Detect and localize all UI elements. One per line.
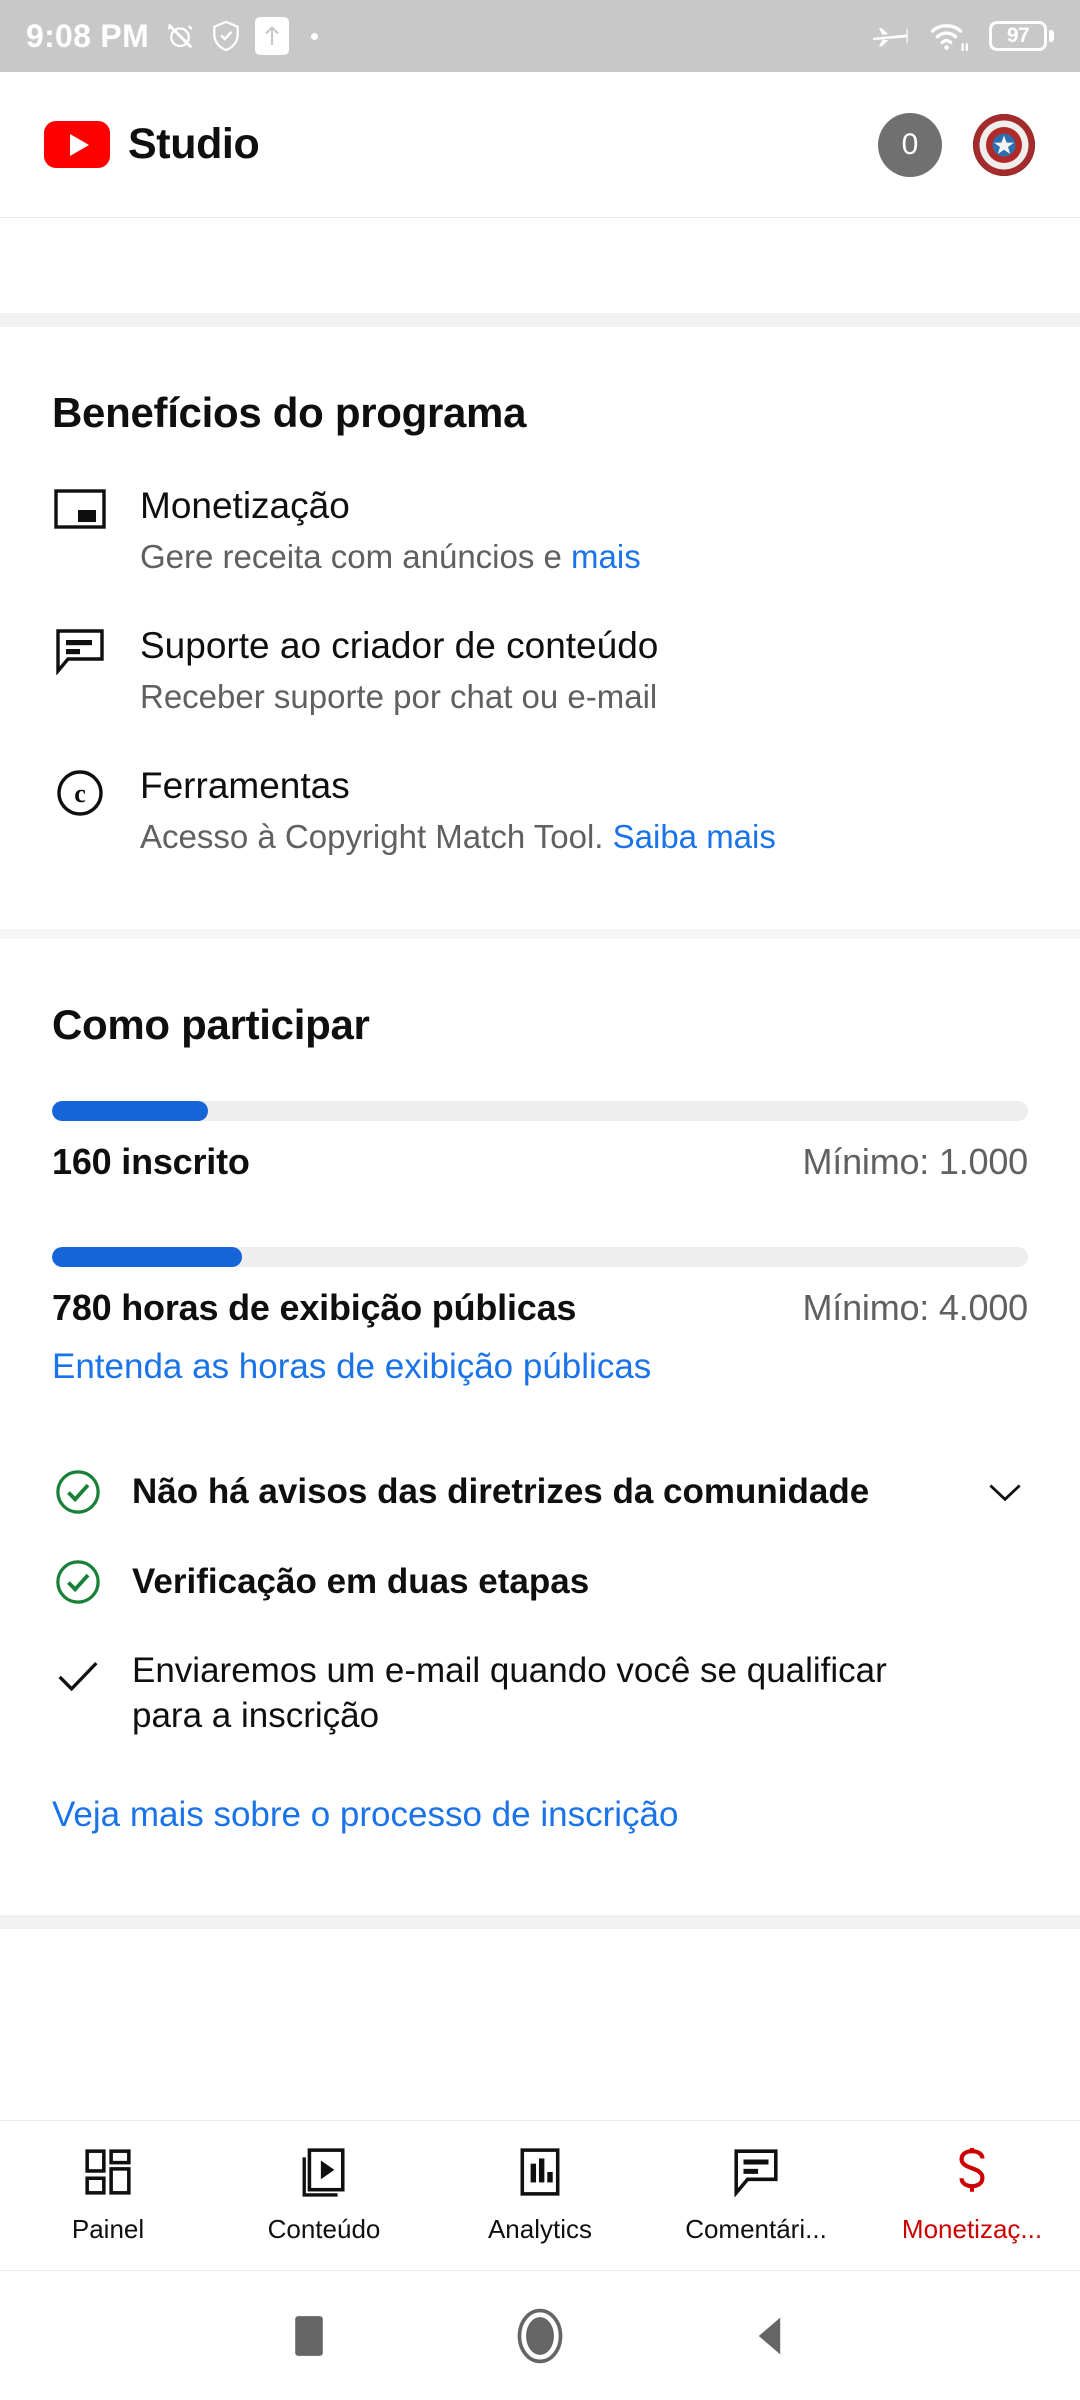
content-icon: [299, 2147, 349, 2202]
nav-label: Conteúdo: [267, 2213, 381, 2244]
battery-icon: 97: [989, 21, 1054, 51]
requirement-community-guidelines[interactable]: Não há avisos das diretrizes da comunida…: [52, 1447, 1028, 1537]
nav-label: Painel: [71, 2213, 145, 2244]
progress-fill: [52, 1247, 243, 1268]
svg-text:c: c: [74, 779, 86, 808]
dashboard-icon: [83, 2147, 133, 2202]
bottom-navigation: Painel Conteúdo Analytics Comentári... M…: [0, 2120, 1080, 2270]
section-divider-top: [0, 313, 1080, 327]
signup-process-link[interactable]: Veja mais sobre o processo de inscrição: [52, 1761, 1028, 1835]
alarm-off-icon: [163, 21, 197, 51]
benefit-subtitle-text: Gere receita com anúncios e: [140, 538, 572, 576]
copyright-icon: c: [52, 763, 108, 859]
watch-hours-help-link[interactable]: Entenda as horas de exibição públicas: [52, 1347, 1028, 1387]
wifi-icon: [929, 19, 971, 53]
monetization-icon: [947, 2147, 997, 2202]
home-icon[interactable]: [517, 2308, 563, 2364]
benefit-text: Ferramentas Acesso à Copyright Match Too…: [140, 763, 1028, 859]
benefit-subtitle-link[interactable]: mais: [571, 538, 641, 575]
app-bar-actions: 0: [878, 112, 1036, 177]
creator-support-icon: [52, 623, 108, 719]
benefits-section: Benefícios do programa Monetização Gere …: [0, 327, 1080, 929]
section-divider-middle: [0, 929, 1080, 940]
chevron-down-icon[interactable]: [982, 1479, 1028, 1505]
comments-icon: [731, 2147, 781, 2202]
dot-icon: [311, 32, 319, 40]
android-navigation-bar: [0, 2270, 1080, 2400]
main-content: Benefícios do programa Monetização Gere …: [0, 218, 1080, 1929]
avatar[interactable]: [972, 113, 1036, 177]
nav-item-conteudo[interactable]: Conteúdo: [216, 2147, 432, 2245]
status-bar: 9:08 PM 97: [0, 0, 1080, 72]
nav-item-comentarios[interactable]: Comentári...: [648, 2147, 864, 2245]
requirement-label: Não há avisos das diretrizes da comunida…: [132, 1471, 870, 1511]
benefit-title: Suporte ao criador de conteúdo: [140, 625, 659, 667]
app-screen: 9:08 PM 97 Studio 0 Benefícios do progra…: [0, 0, 1080, 2400]
benefit-subtitle-text: Acesso à Copyright Match Tool.: [140, 818, 613, 856]
shield-icon: [211, 20, 241, 52]
recents-icon[interactable]: [291, 2313, 327, 2359]
progress-labels: 780 horas de exibição públicas Mínimo: 4…: [52, 1287, 1028, 1329]
progress-fill: [52, 1101, 209, 1122]
back-icon[interactable]: [753, 2313, 789, 2359]
progress-current: 780 horas de exibição públicas: [52, 1287, 577, 1329]
section-divider-bottom: [0, 1914, 1080, 1929]
analytics-icon: [515, 2147, 565, 2202]
check-circle-icon: [52, 1559, 104, 1605]
requirement-two-step-verification[interactable]: Verificação em duas etapas: [52, 1537, 1028, 1627]
airplane-mode-icon: [871, 19, 911, 53]
progress-labels: 160 inscrito Mínimo: 1.000: [52, 1141, 1028, 1183]
benefit-title: Ferramentas: [140, 765, 350, 807]
app-title: Studio: [128, 120, 260, 168]
upload-icon: [255, 17, 290, 55]
status-bar-left: 9:08 PM: [26, 17, 871, 55]
requirement-label: Enviaremos um e-mail quando você se qual…: [132, 1651, 887, 1735]
monetization-icon: [52, 483, 108, 579]
benefit-item-tools[interactable]: c Ferramentas Acesso à Copyright Match T…: [52, 763, 1028, 903]
benefit-text: Monetização Gere receita com anúncios e …: [140, 483, 1028, 579]
progress-watch-hours: 780 horas de exibição públicas Mínimo: 4…: [52, 1241, 1028, 1403]
app-bar: Studio 0: [0, 72, 1080, 218]
benefit-subtitle-text: Receber suporte por chat ou e-mail: [140, 678, 658, 716]
progress-minimum: Mínimo: 4.000: [802, 1287, 1028, 1329]
progress-track: [52, 1247, 1028, 1268]
benefit-subtitle-link[interactable]: Saiba mais: [613, 818, 776, 855]
nav-item-painel[interactable]: Painel: [0, 2147, 216, 2245]
benefits-title: Benefícios do programa: [52, 389, 527, 436]
benefit-item-creator-support[interactable]: Suporte ao criador de conteúdo Receber s…: [52, 623, 1028, 763]
battery-level: 97: [989, 21, 1047, 51]
nav-label: Comentári...: [685, 2213, 827, 2244]
check-icon: [52, 1649, 104, 1693]
check-circle-icon: [52, 1469, 104, 1515]
progress-subscribers: 160 inscrito Mínimo: 1.000: [52, 1095, 1028, 1199]
benefit-text: Suporte ao criador de conteúdo Receber s…: [140, 623, 1028, 719]
benefit-subtitle: Receber suporte por chat ou e-mail: [140, 676, 1028, 719]
requirements-list: Não há avisos das diretrizes da comunida…: [52, 1403, 1028, 1835]
join-title: Como participar: [52, 1001, 370, 1049]
requirement-label: Verificação em duas etapas: [132, 1561, 590, 1601]
benefit-subtitle: Acesso à Copyright Match Tool. Saiba mai…: [140, 816, 1028, 859]
youtube-logo-icon: [44, 121, 110, 168]
nav-label: Monetizaç...: [901, 2213, 1043, 2244]
status-bar-clock: 9:08 PM: [26, 17, 150, 54]
top-spacer: [0, 218, 1080, 313]
battery-tip: [1049, 30, 1054, 42]
brand-logo[interactable]: Studio: [44, 120, 878, 169]
progress-track: [52, 1101, 1028, 1122]
benefit-subtitle: Gere receita com anúncios e mais: [140, 536, 1028, 579]
progress-current: 160 inscrito: [52, 1141, 250, 1183]
nav-item-monetizacao[interactable]: Monetizaç...: [864, 2147, 1080, 2245]
requirement-email-notice: Enviaremos um e-mail quando você se qual…: [52, 1627, 1028, 1761]
join-section: Como participar 160 inscrito Mínimo: 1.0…: [0, 939, 1080, 1915]
benefit-item-monetization[interactable]: Monetização Gere receita com anúncios e …: [52, 483, 1028, 623]
progress-minimum: Mínimo: 1.000: [802, 1141, 1028, 1183]
status-bar-right: 97: [871, 19, 1054, 53]
nav-label: Analytics: [487, 2213, 593, 2244]
benefit-title: Monetização: [140, 485, 350, 526]
notification-count-badge[interactable]: 0: [878, 112, 942, 177]
nav-item-analytics[interactable]: Analytics: [432, 2147, 648, 2245]
